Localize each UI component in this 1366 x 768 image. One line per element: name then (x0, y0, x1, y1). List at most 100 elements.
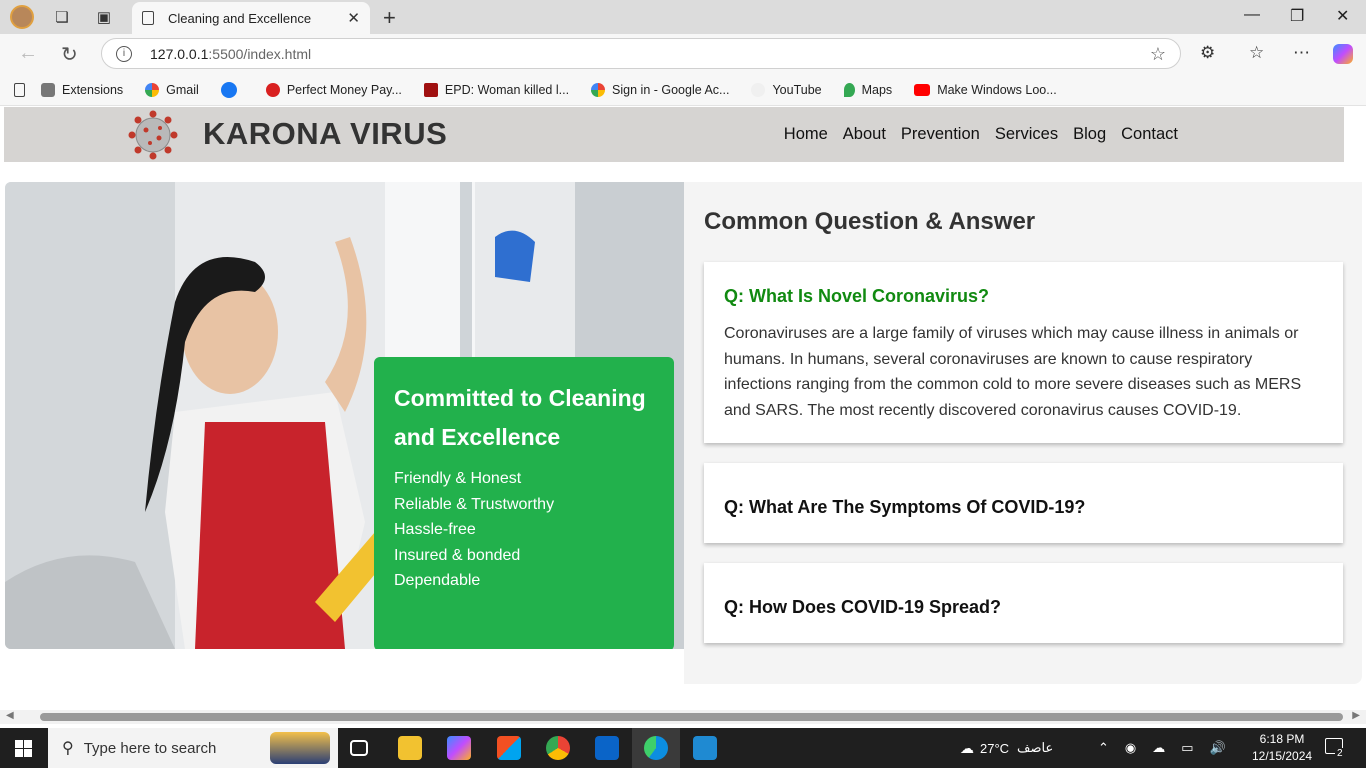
nav-prevention[interactable]: Prevention (901, 125, 980, 144)
search-highlight-icon (270, 732, 330, 764)
site-header: KARONA VIRUS Home About Prevention Servi… (4, 107, 1344, 162)
faq-question[interactable]: Q: What Is Novel Coronavirus? (724, 286, 1323, 307)
facebook-icon (220, 81, 237, 98)
search-icon: ⚲ (62, 740, 74, 757)
weather-icon[interactable]: ☁ (960, 740, 974, 757)
scrollbar-thumb[interactable] (40, 713, 1343, 721)
promo-list: Friendly & Honest Reliable & Trustworthy… (394, 466, 654, 594)
faq-item-2[interactable]: Q: What Are The Symptoms Of COVID-19? (704, 463, 1343, 543)
bookmark-extensions[interactable]: Extensions (41, 82, 123, 97)
bookmark-youtube[interactable]: YouTube (751, 82, 822, 97)
weather-temp[interactable]: 27°C (980, 741, 1009, 756)
bookmark-epd[interactable]: EPD: Woman killed l... (423, 82, 569, 97)
promo-item: Insured & bonded (394, 546, 521, 564)
bookmark-perfect-money[interactable]: Perfect Money Pay... (265, 82, 402, 97)
vscode-icon[interactable] (693, 736, 717, 760)
system-tray: ☁ 27°C عاصف (960, 728, 1053, 768)
volume-icon[interactable]: 🔊 (1210, 740, 1226, 756)
horizontal-scrollbar[interactable]: ◀ ▶ (0, 710, 1366, 724)
url-field[interactable]: i 127.0.0.1:5500/index.html ☆ (101, 38, 1181, 69)
tab-actions-icon[interactable]: ▣ (93, 6, 115, 28)
nav-services[interactable]: Services (995, 125, 1058, 144)
battery-icon[interactable]: ▭ (1181, 740, 1193, 756)
file-explorer-icon[interactable] (398, 736, 422, 760)
clock-date: 12/15/2024 (1252, 749, 1313, 763)
faq-item-3[interactable]: Q: How Does COVID-19 Spread? (704, 563, 1343, 643)
page-icon[interactable] (14, 82, 25, 97)
google-icon (145, 82, 160, 97)
profile-avatar[interactable] (10, 5, 34, 29)
store-icon[interactable] (497, 736, 521, 760)
copilot-icon[interactable] (1333, 44, 1353, 64)
tab-title: Cleaning and Excellence (168, 10, 312, 26)
workspaces-icon[interactable]: ❏ (51, 6, 73, 28)
scroll-left-icon[interactable]: ◀ (6, 710, 14, 721)
bookmark-google-signin[interactable]: Sign in - Google Ac... (591, 82, 729, 97)
notification-count: 2 (1335, 748, 1345, 759)
chevron-up-icon[interactable]: ⌃ (1098, 740, 1109, 756)
nav-blog[interactable]: Blog (1073, 125, 1106, 144)
news-icon (423, 82, 438, 97)
more-menu-icon[interactable]: ⋯ (1293, 43, 1310, 63)
maps-pin-icon (843, 82, 855, 97)
hero-image: Committed to Cleaning and Excellence Fri… (5, 182, 684, 649)
url-path: :5500/index.html (208, 45, 312, 62)
site-info-icon[interactable]: i (116, 45, 132, 62)
bookmark-windows[interactable]: Make Windows Loo... (914, 83, 1057, 97)
address-bar-row: ← ↻ i 127.0.0.1:5500/index.html ☆ ⚙ ☆ ⋯ (0, 34, 1366, 74)
promo-item: Friendly & Honest (394, 470, 522, 487)
active-tab[interactable]: Cleaning and Excellence ✕ (132, 2, 370, 34)
bookmark-maps[interactable]: Maps (843, 82, 892, 97)
back-icon[interactable]: ← (18, 42, 38, 65)
outlook-icon[interactable] (595, 736, 619, 760)
taskbar-search[interactable]: ⚲ Type here to search (48, 728, 338, 768)
faq-heading: Common Question & Answer (704, 208, 1036, 235)
promo-item: Dependable (394, 572, 481, 589)
main-nav: Home About Prevention Services Blog Cont… (784, 125, 1178, 144)
restore-icon[interactable]: ❐ (1290, 6, 1304, 26)
reload-icon[interactable]: ↻ (61, 42, 78, 67)
page-icon (142, 11, 154, 25)
extensions-icon[interactable]: ⚙ (1200, 43, 1215, 63)
minimize-icon[interactable]: — (1244, 6, 1260, 24)
windows-start-icon[interactable] (15, 740, 32, 757)
search-placeholder: Type here to search (83, 739, 217, 757)
nav-home[interactable]: Home (784, 125, 828, 144)
google-icon (591, 82, 606, 97)
copilot-app-icon[interactable] (447, 736, 471, 760)
new-tab-icon[interactable]: + (383, 5, 396, 31)
url-host: 127.0.0.1 (150, 45, 209, 62)
tray-icons: ⌃ ◉ ☁ ▭ 🔊 (1098, 728, 1226, 768)
bookmarks-bar: Extensions Gmail Perfect Money Pay... EP… (0, 74, 1366, 106)
bookmark-gmail[interactable]: Gmail (145, 82, 199, 97)
promo-card: Committed to Cleaning and Excellence Fri… (374, 357, 674, 649)
faq-section: Common Question & Answer Q: What Is Nove… (684, 182, 1362, 684)
favorites-icon[interactable]: ☆ (1249, 43, 1264, 63)
nav-contact[interactable]: Contact (1121, 125, 1178, 144)
faq-question[interactable]: Q: How Does COVID-19 Spread? (724, 597, 1323, 618)
favorite-star-icon[interactable]: ☆ (1150, 44, 1166, 65)
browser-tab-bar: ❏ ▣ Cleaning and Excellence ✕ + — ❐ ✕ (0, 0, 1366, 34)
task-view-icon[interactable] (350, 740, 368, 756)
chrome-icon[interactable] (546, 736, 570, 760)
meet-icon[interactable]: ◉ (1125, 740, 1136, 756)
bookmark-facebook[interactable] (220, 81, 244, 98)
faq-question[interactable]: Q: What Are The Symptoms Of COVID-19? (724, 497, 1323, 518)
virus-logo-icon[interactable] (126, 108, 180, 162)
edge-icon[interactable] (644, 736, 668, 760)
faq-item-1[interactable]: Q: What Is Novel Coronavirus? Coronaviru… (704, 262, 1343, 443)
nav-about[interactable]: About (843, 125, 886, 144)
promo-item: Reliable & Trustworthy (394, 495, 555, 513)
faq-answer: Coronaviruses are a large family of viru… (724, 325, 1302, 419)
perfect-money-icon (265, 82, 280, 97)
close-tab-icon[interactable]: ✕ (347, 9, 360, 27)
promo-title: Committed to Cleaning and Excellence (394, 385, 646, 450)
scroll-right-icon[interactable]: ▶ (1352, 710, 1360, 721)
weather-desc[interactable]: عاصف (1017, 740, 1053, 756)
clock[interactable]: 6:18 PM 12/15/2024 (1252, 731, 1312, 765)
site-brand[interactable]: KARONA VIRUS (203, 116, 447, 152)
close-window-icon[interactable]: ✕ (1336, 6, 1349, 26)
youtube-icon (914, 83, 931, 96)
onedrive-icon[interactable]: ☁ (1152, 740, 1165, 756)
promo-item: Hassle-free (394, 521, 476, 538)
